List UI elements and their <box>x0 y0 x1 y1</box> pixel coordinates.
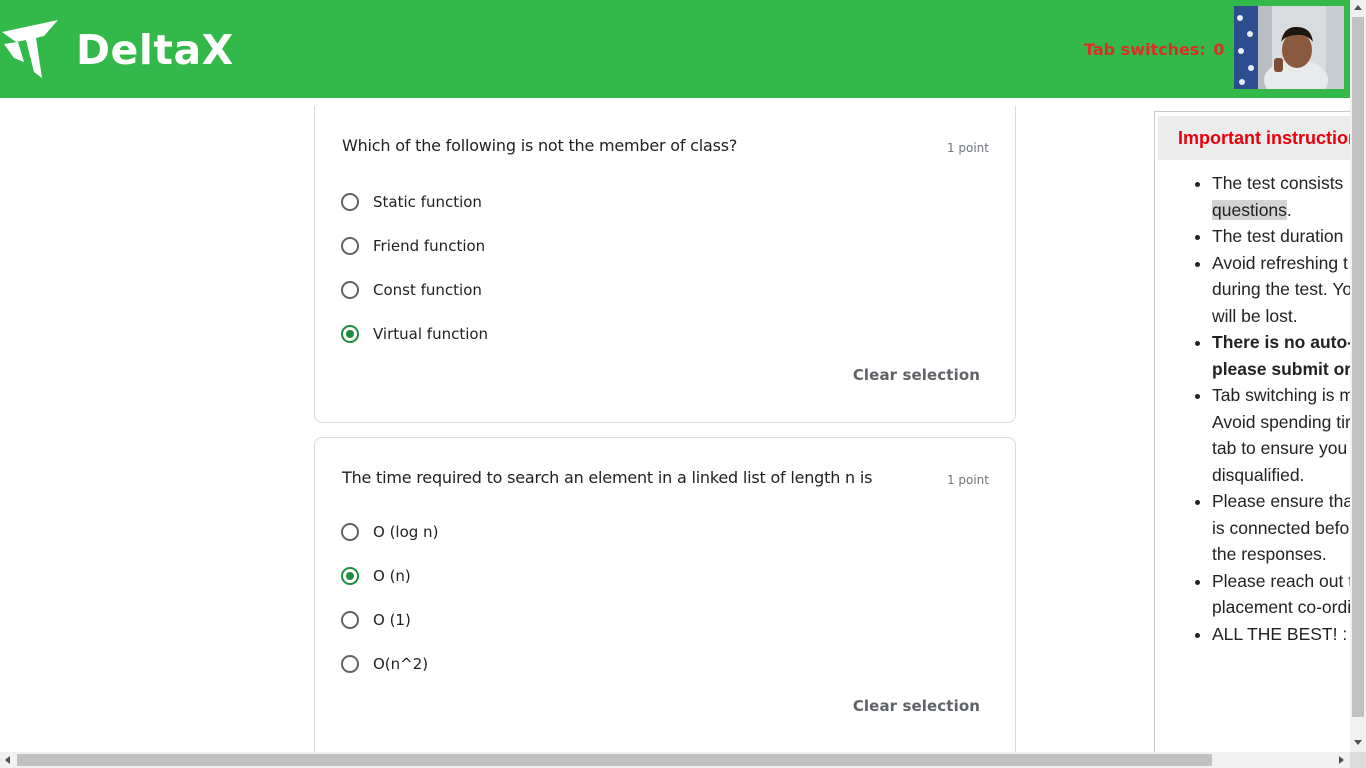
option-o-n-squared[interactable]: O(n^2) <box>341 652 428 676</box>
option-o-1[interactable]: O (1) <box>341 608 411 632</box>
radio-button[interactable] <box>341 281 359 299</box>
option-static-function[interactable]: Static function <box>341 190 482 214</box>
clear-selection-button[interactable]: Clear selection <box>853 366 980 384</box>
option-label: Virtual function <box>373 325 489 343</box>
deltax-logo-icon <box>2 20 58 78</box>
instructions-panel: Important instructions The test consists… <box>1154 111 1350 752</box>
option-o-log-n[interactable]: O (log n) <box>341 520 438 544</box>
scroll-down-arrow-icon[interactable] <box>1354 740 1362 745</box>
instruction-item: There is no auto- please submit or <box>1212 329 1350 382</box>
highlighted-word: questions <box>1212 199 1287 220</box>
instructions-list: The test consists questions. The test du… <box>1155 170 1350 647</box>
instruction-item: The test consists questions. <box>1212 170 1350 223</box>
radio-button-selected[interactable] <box>341 567 359 585</box>
question-card: The time required to search an element i… <box>314 437 1016 752</box>
question-card: Which of the following is not the member… <box>314 106 1016 423</box>
radio-button[interactable] <box>341 611 359 629</box>
clear-selection-button[interactable]: Clear selection <box>853 697 980 715</box>
radio-button[interactable] <box>341 523 359 541</box>
radio-button[interactable] <box>341 193 359 211</box>
option-label: O (1) <box>373 611 411 629</box>
radio-button[interactable] <box>341 655 359 673</box>
option-o-n[interactable]: O (n) <box>341 564 411 588</box>
question-points: 1 point <box>946 473 989 487</box>
horizontal-scrollbar[interactable] <box>0 752 1350 768</box>
tab-switch-label: Tab switches: <box>1084 40 1206 59</box>
option-label: Const function <box>373 281 482 299</box>
question-text: The time required to search an element i… <box>342 468 873 487</box>
option-label: Friend function <box>373 237 486 255</box>
option-virtual-function[interactable]: Virtual function <box>341 322 488 346</box>
instruction-item: ALL THE BEST! : <box>1212 621 1350 648</box>
option-const-function[interactable]: Const function <box>341 278 482 302</box>
horizontal-scroll-thumb[interactable] <box>17 754 1212 766</box>
vertical-scroll-thumb[interactable] <box>1352 17 1364 717</box>
option-label: O (n) <box>373 567 411 585</box>
scroll-right-arrow-icon[interactable] <box>1339 756 1344 764</box>
instruction-item: The test duration <box>1212 223 1350 250</box>
webcam-preview <box>1234 6 1344 89</box>
instruction-item: Please ensure tha is connected befo the … <box>1212 488 1350 568</box>
radio-button-selected[interactable] <box>341 325 359 343</box>
scrollbar-corner <box>1350 752 1366 768</box>
question-text: Which of the following is not the member… <box>342 136 738 155</box>
radio-button[interactable] <box>341 237 359 255</box>
brand-name: DeltaX <box>76 26 234 74</box>
vertical-scrollbar[interactable] <box>1350 0 1366 752</box>
instruction-item: Please reach out t placement co-ordi <box>1212 568 1350 621</box>
option-label: Static function <box>373 193 482 211</box>
option-label: O(n^2) <box>373 655 429 673</box>
scroll-up-arrow-icon[interactable] <box>1354 5 1362 10</box>
question-points: 1 point <box>946 141 989 155</box>
tab-switch-counter: Tab switches: 0 <box>1082 40 1224 59</box>
scroll-left-arrow-icon[interactable] <box>5 756 10 764</box>
tab-switch-count: 0 <box>1213 40 1225 59</box>
instruction-item: Avoid refreshing t during the test. Yo w… <box>1212 250 1350 330</box>
app-header: DeltaX Tab switches: 0 <box>0 0 1350 98</box>
option-friend-function[interactable]: Friend function <box>341 234 485 258</box>
instruction-item: Tab switching is m Avoid spending tir ta… <box>1212 382 1350 488</box>
option-label: O (log n) <box>373 523 439 541</box>
instructions-title: Important instructions <box>1158 116 1350 160</box>
